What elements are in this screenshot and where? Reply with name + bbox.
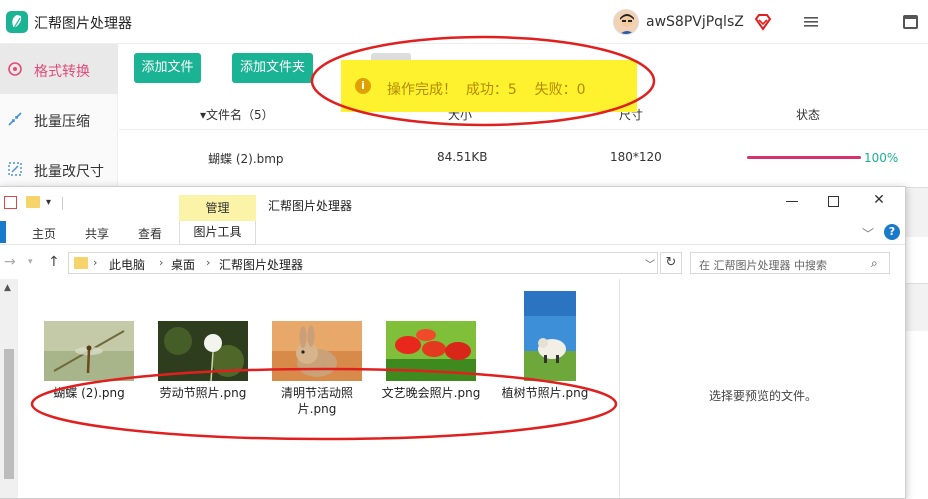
avatar[interactable] xyxy=(613,9,639,35)
breadcrumb-this-pc[interactable]: 此电脑 xyxy=(109,256,145,273)
compress-icon xyxy=(8,112,22,126)
search-input[interactable]: 在 汇帮图片处理器 中搜索 ⌕ xyxy=(690,252,890,274)
address-bar[interactable]: › 此电脑 › 桌面 › 汇帮图片处理器 ﹀ xyxy=(68,252,658,274)
tab-share[interactable]: 共享 xyxy=(85,225,109,242)
file-dims-cell: 180*120 xyxy=(610,150,662,164)
refresh-icon[interactable]: ↻ xyxy=(660,252,682,274)
add-file-button[interactable]: 添加文件 xyxy=(134,53,201,83)
breadcrumb-folder[interactable]: 汇帮图片处理器 xyxy=(219,256,303,273)
maximize-icon[interactable] xyxy=(828,196,839,207)
scrollbar-thumb[interactable] xyxy=(4,349,14,479)
file-size-cell: 84.51KB xyxy=(437,150,488,164)
window-maximize-icon[interactable] xyxy=(903,15,918,29)
rabbit-thumbnail xyxy=(272,321,362,381)
back-arrow-icon[interactable]: → xyxy=(4,254,16,270)
background-panel-edge xyxy=(906,283,928,331)
help-icon[interactable]: ? xyxy=(884,224,900,240)
tab-view[interactable]: 查看 xyxy=(138,225,162,242)
file-name-cell: 蝴蝶 (2).bmp xyxy=(208,152,284,166)
file-menu-tab[interactable] xyxy=(0,221,6,243)
progress-text: 100% xyxy=(864,151,899,165)
file-list: 蝴蝶 (2).png 劳动节照片.png 清明节活动照片.png 文艺晚会照片.… xyxy=(20,279,618,498)
chevron-right-icon[interactable]: › xyxy=(159,256,163,269)
user-name[interactable]: awS8PVjPqlsZ xyxy=(646,14,744,30)
search-icon[interactable]: ⌕ xyxy=(871,256,878,271)
leaf-logo-icon xyxy=(6,11,28,33)
file-name: 劳动节照片.png xyxy=(159,386,247,400)
file-item[interactable]: 植树节照片.png xyxy=(496,279,594,419)
file-name: 清明节活动照片.png xyxy=(280,386,353,416)
preview-pane-message: 选择要预览的文件。 xyxy=(708,389,817,403)
explorer-navbar: → ▾ ↑ › 此电脑 › 桌面 › 汇帮图片处理器 ﹀ ↻ 在 汇帮图片处理器… xyxy=(0,249,905,277)
manage-context-tab[interactable]: 管理 xyxy=(179,195,256,221)
toast-message: 操作完成！ 成功：5 失败：0 xyxy=(387,82,586,98)
scroll-up-icon[interactable]: ▲ xyxy=(4,283,11,293)
vip-diamond-icon[interactable] xyxy=(754,13,772,31)
sidebar-item-label: 批量改尺寸 xyxy=(34,164,104,180)
sheep-thumbnail xyxy=(524,291,576,381)
poppies-thumbnail xyxy=(386,321,476,381)
convert-icon xyxy=(8,62,22,76)
file-name: 文艺晚会照片.png xyxy=(381,386,481,400)
search-placeholder: 在 汇帮图片处理器 中搜索 xyxy=(699,259,827,272)
app-titlebar: 汇帮图片处理器 awS8PVjPqlsZ xyxy=(0,0,928,44)
sidebar-item-format-convert[interactable]: 格式转换 xyxy=(0,44,118,94)
file-name: 蝴蝶 (2).png xyxy=(53,386,125,400)
sidebar-item-label: 批量压缩 xyxy=(34,114,90,130)
file-item[interactable]: 文艺晚会照片.png xyxy=(382,279,480,419)
hamburger-menu-icon[interactable] xyxy=(804,15,818,29)
properties-check-icon[interactable] xyxy=(4,196,17,209)
file-explorer-window: ▾ 管理 汇帮图片处理器 ✕ 主页 共享 查看 图片工具 ﹀ ? → ▾ ↑ ›… xyxy=(0,186,906,499)
explorer-titlebar: ▾ 管理 汇帮图片处理器 ✕ xyxy=(0,187,905,221)
expand-ribbon-chevron-icon[interactable]: ﹀ xyxy=(862,225,874,242)
chevron-right-icon[interactable]: › xyxy=(206,256,210,269)
recent-dropdown-icon[interactable]: ▾ xyxy=(28,257,33,267)
sidebar-item-label: 格式转换 xyxy=(34,64,90,80)
app-title: 汇帮图片处理器 xyxy=(34,16,132,32)
minimize-icon[interactable] xyxy=(786,195,798,207)
tab-picture-tools[interactable]: 图片工具 xyxy=(179,221,256,245)
chevron-right-icon[interactable]: › xyxy=(93,256,97,269)
quick-access-dropdown-icon[interactable]: ▾ xyxy=(46,197,56,208)
column-header-status: 状态 xyxy=(796,108,821,122)
close-icon[interactable]: ✕ xyxy=(872,193,886,207)
up-arrow-icon[interactable]: ↑ xyxy=(48,254,60,270)
progress-bar xyxy=(747,156,861,159)
folder-icon[interactable] xyxy=(26,196,40,208)
explorer-title: 汇帮图片处理器 xyxy=(268,199,353,213)
resize-icon xyxy=(8,162,22,176)
file-item[interactable]: 蝴蝶 (2).png xyxy=(40,279,138,419)
separator xyxy=(62,197,63,210)
address-dropdown-icon[interactable]: ﹀ xyxy=(645,256,655,271)
dandelion-thumbnail xyxy=(158,321,248,381)
file-item[interactable]: 劳动节照片.png xyxy=(154,279,252,419)
background-panel-edge xyxy=(906,187,928,237)
file-item[interactable]: 清明节活动照片.png xyxy=(268,279,366,419)
sidebar-item-batch-compress[interactable]: 批量压缩 xyxy=(0,94,118,144)
add-folder-button[interactable]: 添加文件夹 xyxy=(232,53,313,83)
column-header-filename[interactable]: ▾文件名（5） xyxy=(200,106,274,123)
file-name: 植树节照片.png xyxy=(501,386,589,400)
success-toast: i 操作完成！ 成功：5 失败：0 xyxy=(341,60,637,112)
folder-icon xyxy=(74,257,88,269)
tab-home[interactable]: 主页 xyxy=(32,225,56,242)
sidebar: 格式转换 批量压缩 批量改尺寸 xyxy=(0,44,118,194)
info-icon: i xyxy=(355,78,371,94)
dragonfly-thumbnail xyxy=(44,321,134,381)
navigation-pane-scrollbar[interactable]: ▲ xyxy=(0,279,18,498)
explorer-ribbon: 主页 共享 查看 图片工具 ﹀ ? xyxy=(0,221,905,245)
progress-bar-fill xyxy=(747,156,861,159)
breadcrumb-desktop[interactable]: 桌面 xyxy=(171,256,195,273)
